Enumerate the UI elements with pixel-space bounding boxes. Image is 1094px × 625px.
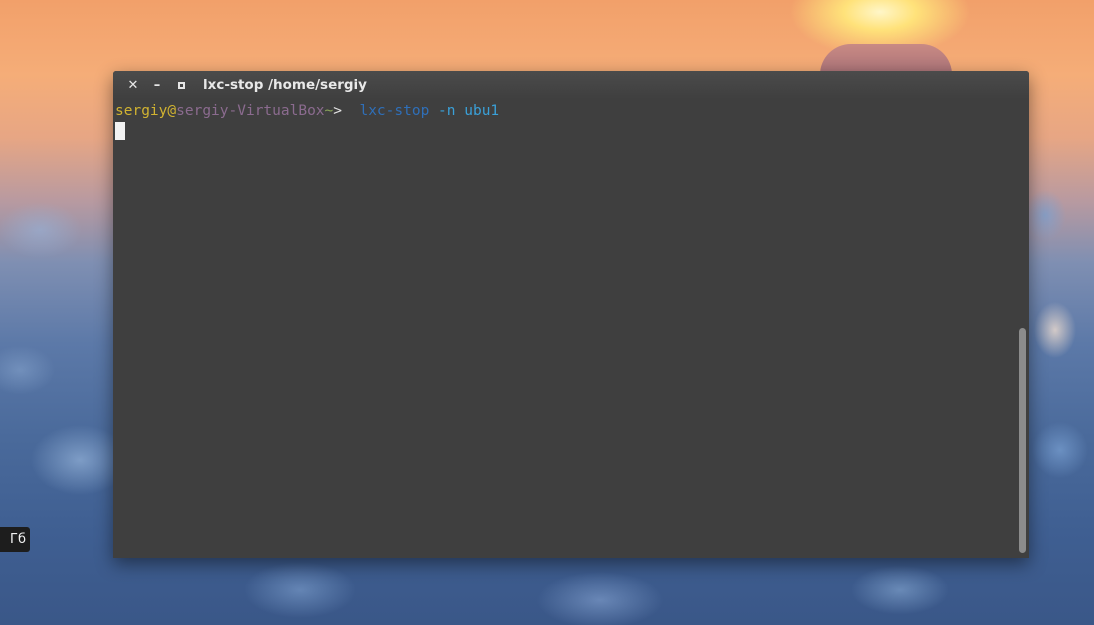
minimize-icon: – (153, 77, 161, 93)
terminal-output[interactable]: sergiy@sergiy-VirtualBox~> lxc-stop -n u… (113, 99, 1029, 143)
prompt-user: sergiy (115, 103, 168, 119)
prompt-line: sergiy@sergiy-VirtualBox~> lxc-stop -n u… (115, 103, 499, 119)
desktop-side-tooltip: Гб (0, 527, 30, 552)
command-args: -n ubu1 (438, 103, 500, 119)
terminal-window[interactable]: ✕ – lxc-stop /home/sergiy sergiy@sergiy-… (113, 71, 1029, 558)
side-tooltip-text: Гб (10, 532, 26, 547)
window-titlebar[interactable]: ✕ – lxc-stop /home/sergiy (113, 71, 1029, 99)
scrollbar-thumb[interactable] (1019, 328, 1026, 553)
prompt-symbol: > (333, 103, 342, 119)
prompt-path: ~ (324, 103, 334, 119)
maximize-button[interactable] (169, 75, 193, 95)
text-cursor (115, 122, 125, 140)
prompt-host: sergiy-VirtualBox (176, 103, 325, 119)
close-button[interactable]: ✕ (121, 75, 145, 95)
close-icon: ✕ (127, 77, 139, 93)
window-title: lxc-stop /home/sergiy (203, 77, 367, 93)
maximize-icon (177, 81, 185, 89)
prompt-at: @ (167, 103, 177, 119)
minimize-button[interactable]: – (145, 75, 169, 95)
command-name: lxc-stop (359, 103, 430, 119)
